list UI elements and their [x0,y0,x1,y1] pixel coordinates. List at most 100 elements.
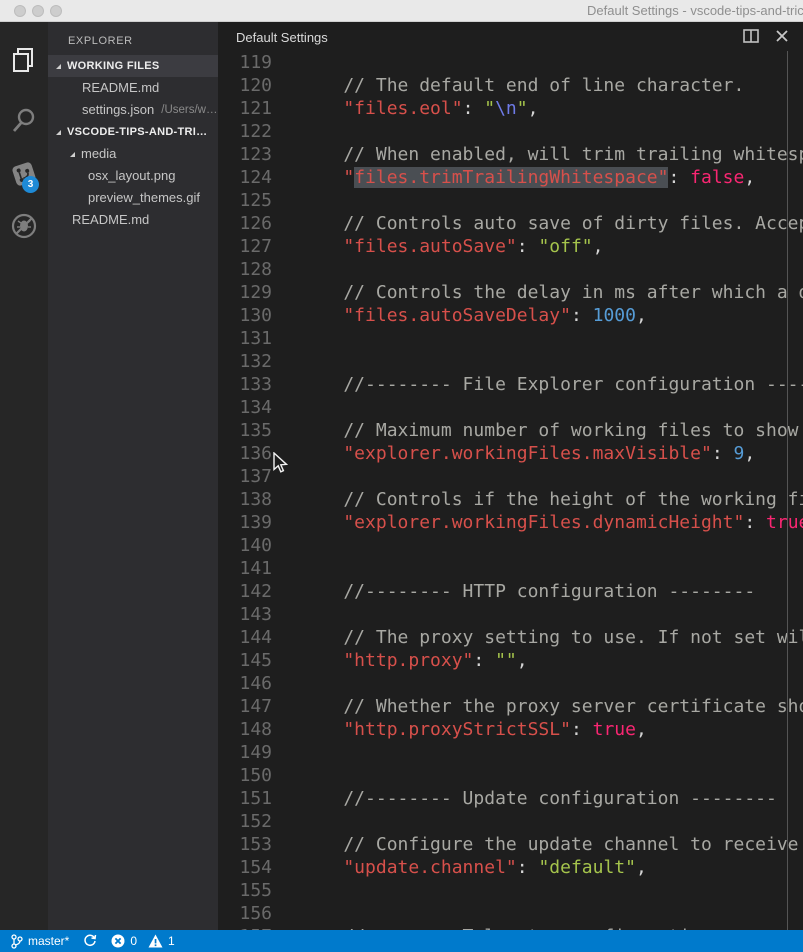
line-number[interactable]: 128 [218,258,272,281]
line-number[interactable]: 124 [218,166,272,189]
tree-item[interactable]: README.md [48,77,218,99]
line-number[interactable]: 141 [218,557,272,580]
code-line[interactable]: 128 [218,258,803,281]
code-line[interactable]: 139 "explorer.workingFiles.dynamicHeight… [218,511,803,534]
code-line[interactable]: 154 "update.channel": "default", [218,856,803,879]
line-number[interactable]: 136 [218,442,272,465]
code-line[interactable]: 141 [218,557,803,580]
split-editor-icon[interactable] [743,29,759,43]
git-branch-status[interactable]: master* [10,934,69,949]
tree-item[interactable]: preview_themes.gif [48,187,218,209]
code-line[interactable]: 135 // Maximum number of working files t… [218,419,803,442]
tree-section-header[interactable]: WORKING FILES [48,55,218,77]
sync-status[interactable] [83,934,97,948]
line-number[interactable]: 147 [218,695,272,718]
line-number[interactable]: 119 [218,51,272,74]
line-number[interactable]: 135 [218,419,272,442]
code-line[interactable]: 120 // The default end of line character… [218,74,803,97]
code-line[interactable]: 156 [218,902,803,925]
tree-item[interactable]: README.md [48,209,218,231]
explorer-icon[interactable] [0,40,48,80]
code-line[interactable]: 124 "files.trimTrailingWhitespace": fals… [218,166,803,189]
line-number[interactable]: 122 [218,120,272,143]
line-number[interactable]: 127 [218,235,272,258]
traffic-light-minimize-button[interactable] [32,5,44,17]
line-number[interactable]: 145 [218,649,272,672]
code-line[interactable]: 140 [218,534,803,557]
line-number[interactable]: 129 [218,281,272,304]
line-number[interactable]: 137 [218,465,272,488]
tree-item[interactable]: settings.json/Users/w… [48,99,218,121]
code-line[interactable]: 138 // Controls if the height of the wor… [218,488,803,511]
code-line[interactable]: 146 [218,672,803,695]
line-number[interactable]: 142 [218,580,272,603]
line-number[interactable]: 125 [218,189,272,212]
code-line[interactable]: 127 "files.autoSave": "off", [218,235,803,258]
line-number[interactable]: 156 [218,902,272,925]
code-line[interactable]: 137 [218,465,803,488]
line-number[interactable]: 144 [218,626,272,649]
code-line[interactable]: 150 [218,764,803,787]
line-number[interactable]: 133 [218,373,272,396]
tab-default-settings[interactable]: Default Settings [236,22,328,51]
line-number[interactable]: 151 [218,787,272,810]
code-line[interactable]: 129 // Controls the delay in ms after wh… [218,281,803,304]
code-line[interactable]: 151 //-------- Update configuration ----… [218,787,803,810]
line-number[interactable]: 143 [218,603,272,626]
line-number[interactable]: 121 [218,97,272,120]
code-line[interactable]: 126 // Controls auto save of dirty files… [218,212,803,235]
scrollbar-track[interactable] [787,51,788,930]
line-number[interactable]: 154 [218,856,272,879]
line-number[interactable]: 150 [218,764,272,787]
line-number[interactable]: 131 [218,327,272,350]
tree-item[interactable]: media [48,143,218,165]
line-number[interactable]: 152 [218,810,272,833]
close-icon[interactable] [775,29,789,43]
line-number[interactable]: 123 [218,143,272,166]
code-line[interactable]: 136 "explorer.workingFiles.maxVisible": … [218,442,803,465]
line-number[interactable]: 134 [218,396,272,419]
code-line[interactable]: 144 // The proxy setting to use. If not … [218,626,803,649]
debug-item[interactable] [0,206,48,246]
token-key: " [300,167,354,188]
line-number[interactable]: 139 [218,511,272,534]
code-line[interactable]: 119 [218,51,803,74]
line-number[interactable]: 140 [218,534,272,557]
code-line[interactable]: 122 [218,120,803,143]
tree-section-header[interactable]: VSCODE-TIPS-AND-TRI… [48,121,218,143]
code-line[interactable]: 148 "http.proxyStrictSSL": true, [218,718,803,741]
code-editor[interactable]: 119120 // The default end of line charac… [218,51,803,930]
code-line[interactable]: 131 [218,327,803,350]
line-number[interactable]: 149 [218,741,272,764]
line-number[interactable]: 120 [218,74,272,97]
line-number[interactable]: 148 [218,718,272,741]
code-line[interactable]: 149 [218,741,803,764]
code-line[interactable]: 152 [218,810,803,833]
code-line[interactable]: 134 [218,396,803,419]
code-line[interactable]: 133 //-------- File Explorer configurati… [218,373,803,396]
line-number[interactable]: 126 [218,212,272,235]
code-line[interactable]: 143 [218,603,803,626]
traffic-light-zoom-button[interactable] [50,5,62,17]
line-number[interactable]: 155 [218,879,272,902]
code-line[interactable]: 142 //-------- HTTP configuration ------… [218,580,803,603]
traffic-light-close-button[interactable] [14,5,26,17]
code-line[interactable]: 147 // Whether the proxy server certific… [218,695,803,718]
search-item[interactable] [0,100,48,140]
line-number[interactable]: 146 [218,672,272,695]
line-number[interactable]: 130 [218,304,272,327]
code-line[interactable]: 121 "files.eol": "\n", [218,97,803,120]
code-line[interactable]: 132 [218,350,803,373]
code-line[interactable]: 153 // Configure the update channel to r… [218,833,803,856]
line-number[interactable]: 132 [218,350,272,373]
code-line[interactable]: 125 [218,189,803,212]
line-number[interactable]: 138 [218,488,272,511]
problems-status[interactable]: 0 1 [111,934,174,948]
tree-item[interactable]: osx_layout.png [48,165,218,187]
git-item[interactable]: 3 [0,154,48,194]
code-line[interactable]: 123 // When enabled, will trim trailing … [218,143,803,166]
code-line[interactable]: 155 [218,879,803,902]
code-line[interactable]: 145 "http.proxy": "", [218,649,803,672]
code-line[interactable]: 130 "files.autoSaveDelay": 1000, [218,304,803,327]
line-number[interactable]: 153 [218,833,272,856]
